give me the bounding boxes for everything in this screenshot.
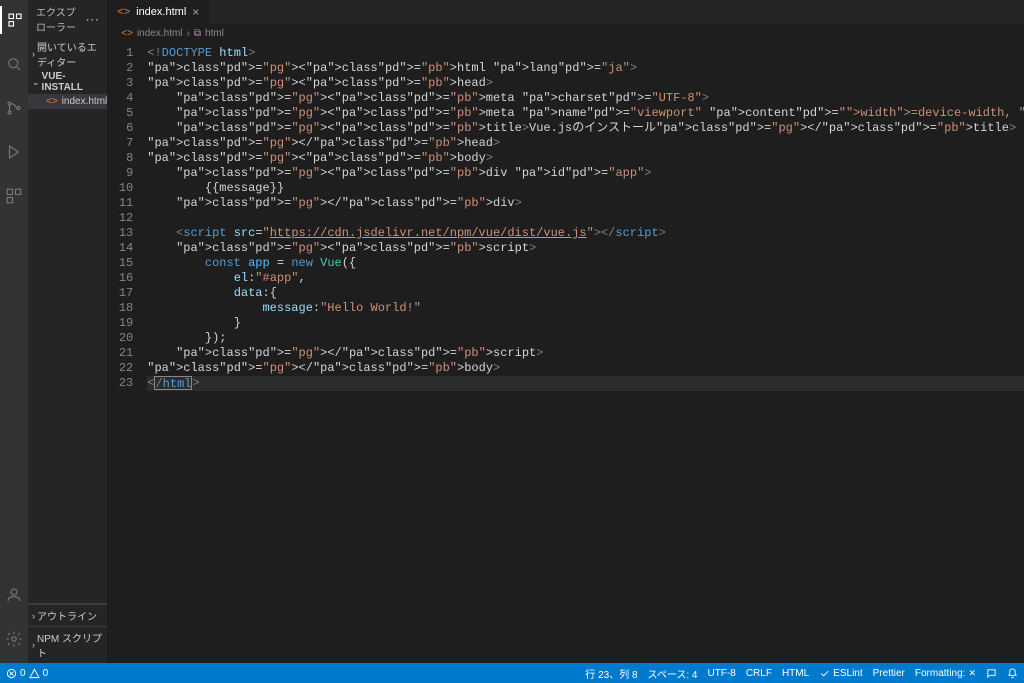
folder-section[interactable]: VUE-INSTALL — [28, 70, 107, 94]
status-eslint[interactable]: ESLint — [819, 668, 862, 679]
line-gutter: 1234567891011121314151617181920212223 — [107, 42, 147, 663]
status-feedback-icon[interactable] — [986, 668, 997, 679]
extensions-icon[interactable] — [0, 182, 28, 210]
html-file-icon: <> — [117, 6, 130, 18]
sidebar-title: エクスプローラー — [36, 4, 85, 34]
sidebar-header: エクスプローラー ⋯ — [28, 0, 107, 38]
outline-section[interactable]: アウトライン — [28, 604, 107, 626]
status-bar: 0 0 行 23、列 8 スペース: 4 UTF-8 CRLF HTML ESL… — [0, 663, 1024, 683]
status-language[interactable]: HTML — [782, 668, 809, 679]
editor-area: <> index.html × ⋯ <> index.html › ⧉ html… — [107, 0, 1024, 663]
chevron-down-icon — [32, 77, 40, 88]
settings-gear-icon[interactable] — [0, 625, 28, 653]
symbol-icon: ⧉ — [194, 28, 201, 39]
close-icon[interactable]: × — [192, 5, 199, 19]
chevron-right-icon — [32, 611, 35, 621]
status-formatting[interactable]: Formatting: ✕ — [915, 668, 976, 679]
sidebar-more-icon[interactable]: ⋯ — [85, 12, 99, 26]
chevron-right-icon — [32, 49, 35, 59]
run-debug-icon[interactable] — [0, 138, 28, 166]
main-layout: エクスプローラー ⋯ 開いているエディター VUE-INSTALL <> ind… — [0, 0, 1024, 663]
tab-index-html[interactable]: <> index.html × — [107, 0, 210, 24]
html-file-icon: <> — [46, 96, 58, 107]
status-cursor-pos[interactable]: 行 23、列 8 — [585, 666, 637, 681]
editor[interactable]: 1234567891011121314151617181920212223 <!… — [107, 42, 1024, 663]
source-control-icon[interactable] — [0, 94, 28, 122]
chevron-right-icon — [32, 640, 35, 650]
sidebar: エクスプローラー ⋯ 開いているエディター VUE-INSTALL <> ind… — [28, 0, 107, 663]
file-item-index[interactable]: <> index.html — [28, 94, 107, 109]
status-prettier[interactable]: Prettier — [873, 668, 905, 679]
status-encoding[interactable]: UTF-8 — [707, 668, 735, 679]
tab-label: index.html — [136, 6, 186, 18]
status-bell-icon[interactable] — [1007, 668, 1018, 679]
status-eol[interactable]: CRLF — [746, 668, 772, 679]
search-icon[interactable] — [0, 50, 28, 78]
tab-bar: <> index.html × ⋯ — [107, 0, 1024, 24]
npm-scripts-section[interactable]: NPM スクリプト — [28, 626, 107, 663]
close-icon[interactable]: ✕ — [968, 668, 976, 679]
explorer-icon[interactable] — [0, 6, 28, 34]
html-file-icon: <> — [121, 28, 133, 39]
file-name: index.html — [62, 96, 108, 107]
status-spaces[interactable]: スペース: 4 — [648, 666, 698, 681]
breadcrumb[interactable]: <> index.html › ⧉ html — [107, 24, 1024, 42]
accounts-icon[interactable] — [0, 581, 28, 609]
status-problems[interactable]: 0 0 — [6, 668, 48, 679]
activity-bar — [0, 0, 28, 663]
open-editors-section[interactable]: 開いているエディター — [28, 38, 107, 70]
code-content[interactable]: <!DOCTYPE html>"pa">class"pd">="pg"><"pa… — [147, 42, 1024, 663]
